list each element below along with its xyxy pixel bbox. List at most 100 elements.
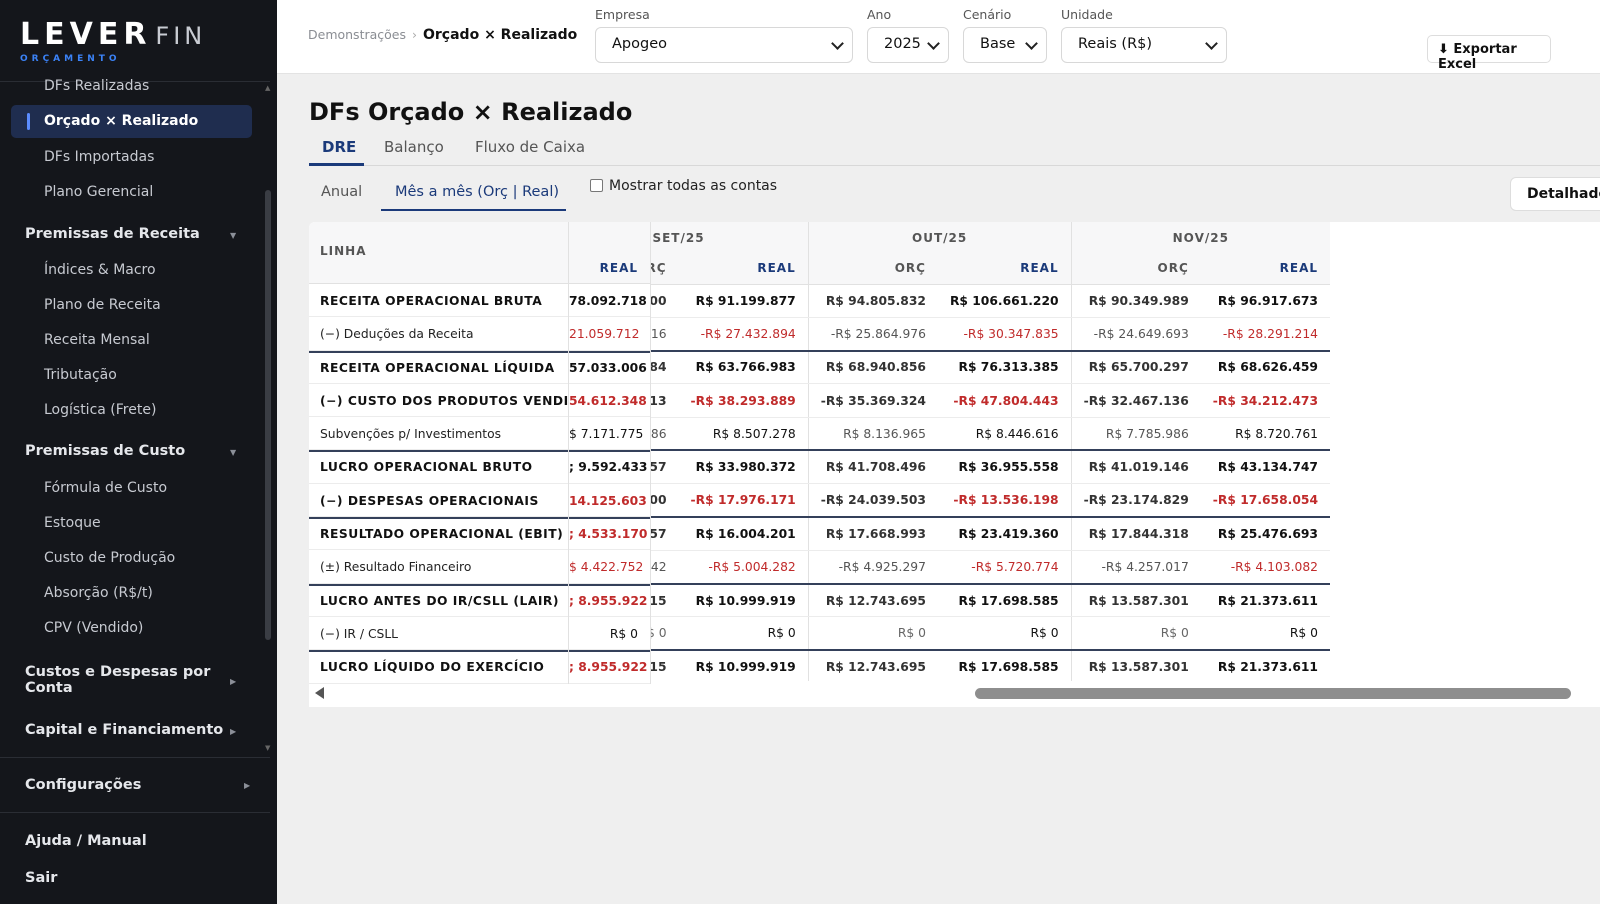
- line-label[interactable]: LUCRO ANTES DO IR/CSLL (LAIR): [309, 583, 568, 617]
- real-value-cell: R$ 8.446.616: [937, 417, 1072, 451]
- caret-down-icon[interactable]: ▼: [230, 448, 236, 457]
- orc-value-cell: R$ 68.940.856: [807, 349, 938, 385]
- ano-select[interactable]: 2025: [867, 27, 949, 63]
- tab-balanco[interactable]: Balanço: [384, 138, 444, 156]
- orc-value-cell: R$ 12.743.695: [807, 649, 938, 685]
- orc-value-cell: -R$ 32.467.136: [1070, 383, 1201, 418]
- partial-real-cell: R$ 0: [569, 617, 650, 651]
- detalhado-button[interactable]: Detalhado: [1510, 177, 1600, 211]
- real-value-cell: R$ 91.199.877: [678, 284, 809, 318]
- line-label[interactable]: RECEITA OPERACIONAL BRUTA: [309, 284, 568, 318]
- section-title-line1: Custos e Despesas por: [25, 664, 211, 680]
- orc-value-cell: -R$ 24.649.693: [1070, 317, 1201, 352]
- sidebar-sair[interactable]: Sair: [25, 870, 57, 886]
- tab-dre[interactable]: DRE: [322, 138, 356, 156]
- subtab-anual[interactable]: Anual: [321, 184, 362, 200]
- line-label[interactable]: LUCRO LÍQUIDO DO EXERCÍCIO: [309, 650, 568, 684]
- sidebar-item-absorcao[interactable]: Absorção (R$/t): [44, 585, 153, 601]
- caret-right-icon[interactable]: ▶: [230, 727, 236, 736]
- real-value-cell: -R$ 28.291.214: [1200, 317, 1330, 352]
- tab-fluxo-caixa[interactable]: Fluxo de Caixa: [475, 138, 585, 156]
- real-value-cell: R$ 0: [937, 616, 1072, 651]
- section-configuracoes[interactable]: Configurações: [25, 777, 141, 793]
- real-value-cell: -R$ 5.720.774: [937, 550, 1072, 585]
- section-capital-financiamento[interactable]: Capital e Financiamento: [25, 722, 223, 738]
- real-value-cell: -R$ 5.004.282: [678, 550, 809, 585]
- real-value-cell: R$ 10.999.919: [678, 649, 809, 685]
- section-premissas-receita[interactable]: Premissas de Receita: [25, 226, 200, 242]
- scrollbar-thumb[interactable]: [975, 688, 1571, 699]
- sidebar-item-formula-custo[interactable]: Fórmula de Custo: [44, 480, 167, 496]
- active-tab-indicator: [309, 163, 364, 166]
- line-label[interactable]: (−) Deduções da Receita: [309, 317, 568, 351]
- sidebar-item-orcado-realizado[interactable]: Orçado × Realizado: [11, 105, 252, 138]
- sidebar-item-estoque[interactable]: Estoque: [44, 515, 101, 531]
- real-header: REAL: [678, 253, 809, 285]
- partial-real-cell: 21.059.712: [569, 317, 650, 351]
- empresa-select[interactable]: Apogeo: [595, 27, 853, 63]
- statement-tabs: DRE Balanço Fluxo de Caixa: [309, 134, 1600, 166]
- scroll-left-icon[interactable]: [315, 687, 324, 699]
- section-title-line2: Conta: [25, 680, 73, 696]
- sidebar-item-receita-mensal[interactable]: Receita Mensal: [44, 332, 150, 348]
- breadcrumb-parent[interactable]: Demonstrações: [308, 27, 406, 42]
- real-value-cell: R$ 0: [678, 616, 809, 651]
- line-label[interactable]: Subvenções p/ Investimentos: [309, 417, 568, 451]
- sidebar-item-indices-macro[interactable]: Índices & Macro: [44, 262, 156, 278]
- line-label[interactable]: (−) IR / CSLL: [309, 617, 568, 651]
- orc-value-cell: R$ 94.805.832: [807, 284, 938, 318]
- real-value-cell: R$ 43.134.747: [1200, 449, 1330, 485]
- subtab-mes-a-mes[interactable]: Mês a mês (Orç | Real): [395, 184, 559, 200]
- sidebar-item-dfs-realizadas[interactable]: DFs Realizadas: [44, 78, 149, 94]
- real-value-cell: R$ 17.698.585: [937, 582, 1072, 618]
- sidebar-item-plano-receita[interactable]: Plano de Receita: [44, 297, 161, 313]
- real-value-cell: R$ 8.720.761: [1200, 417, 1330, 451]
- orc-value-cell: R$ 41.708.496: [807, 449, 938, 485]
- line-label[interactable]: (±) Resultado Financeiro: [309, 550, 568, 584]
- section-premissas-custo[interactable]: Premissas de Custo: [25, 443, 185, 459]
- sidebar-item-logistica[interactable]: Logística (Frete): [44, 402, 156, 418]
- horizontal-scrollbar[interactable]: [309, 681, 1600, 707]
- line-label[interactable]: LUCRO OPERACIONAL BRUTO: [309, 450, 568, 484]
- sidebar-item-cpv[interactable]: CPV (Vendido): [44, 620, 143, 636]
- sidebar-item-custo-producao[interactable]: Custo de Produção: [44, 550, 175, 566]
- line-label[interactable]: RECEITA OPERACIONAL LÍQUIDA: [309, 350, 568, 384]
- caret-right-icon[interactable]: ▶: [230, 677, 236, 686]
- show-all-accounts-checkbox[interactable]: Mostrar todas as contas: [590, 178, 777, 194]
- scroll-down-icon[interactable]: ▼: [265, 744, 270, 752]
- real-value-cell: R$ 96.917.673: [1200, 284, 1330, 318]
- line-label[interactable]: (−) DESPESAS OPERACIONAIS: [309, 484, 568, 518]
- cenario-select[interactable]: Base: [963, 27, 1047, 63]
- chevron-down-icon: [927, 37, 940, 50]
- orc-value-cell: -R$ 4.257.017: [1070, 550, 1201, 585]
- checkbox-icon[interactable]: [590, 179, 603, 192]
- scroll-up-icon[interactable]: ▲: [265, 84, 270, 92]
- sidebar-item-dfs-importadas[interactable]: DFs Importadas: [44, 149, 154, 165]
- caret-down-icon[interactable]: ▼: [230, 231, 236, 240]
- caret-right-icon[interactable]: ▶: [244, 781, 250, 790]
- orc-header: ORÇ: [807, 253, 938, 285]
- line-column: LINHA RECEITA OPERACIONAL BRUTA (−) Deduç…: [309, 222, 599, 684]
- sidebar-item-plano-gerencial[interactable]: Plano Gerencial: [44, 184, 153, 200]
- month-header: OUT/25: [807, 222, 1072, 253]
- chevron-down-icon: [831, 37, 844, 50]
- real-header: REAL: [1200, 253, 1330, 285]
- sidebar-scrollbar[interactable]: [265, 190, 271, 640]
- chevron-down-icon: [1025, 37, 1038, 50]
- real-value-cell: -R$ 30.347.835: [937, 317, 1072, 352]
- section-custos-despesas[interactable]: Custos e Despesas por Conta: [25, 664, 210, 696]
- line-label[interactable]: RESULTADO OPERACIONAL (EBIT): [309, 517, 568, 551]
- partial-real-cell: ; 9.592.433: [569, 450, 650, 484]
- real-value-cell: -R$ 27.432.894: [678, 317, 809, 352]
- sidebar-ajuda-manual[interactable]: Ajuda / Manual: [25, 833, 147, 849]
- real-value-cell: R$ 21.373.611: [1200, 649, 1330, 685]
- breadcrumb: Demonstrações › Orçado × Realizado: [308, 27, 577, 43]
- sidebar-item-tributacao[interactable]: Tributação: [44, 367, 117, 383]
- real-value-cell: -R$ 47.804.443: [937, 383, 1072, 418]
- real-value-cell: R$ 33.980.372: [678, 449, 809, 485]
- unidade-select[interactable]: Reais (R$): [1061, 27, 1227, 63]
- dre-table: AGO/25SET/25OUT/25NOV/25 ORÇREALORÇREALO…: [309, 222, 1600, 707]
- partial-real-cell: $ 4.422.752: [569, 550, 650, 584]
- line-label[interactable]: (−) CUSTO DOS PRODUTOS VENDIDOS: [309, 384, 599, 418]
- export-excel-button[interactable]: ⬇ Exportar Excel: [1427, 35, 1551, 72]
